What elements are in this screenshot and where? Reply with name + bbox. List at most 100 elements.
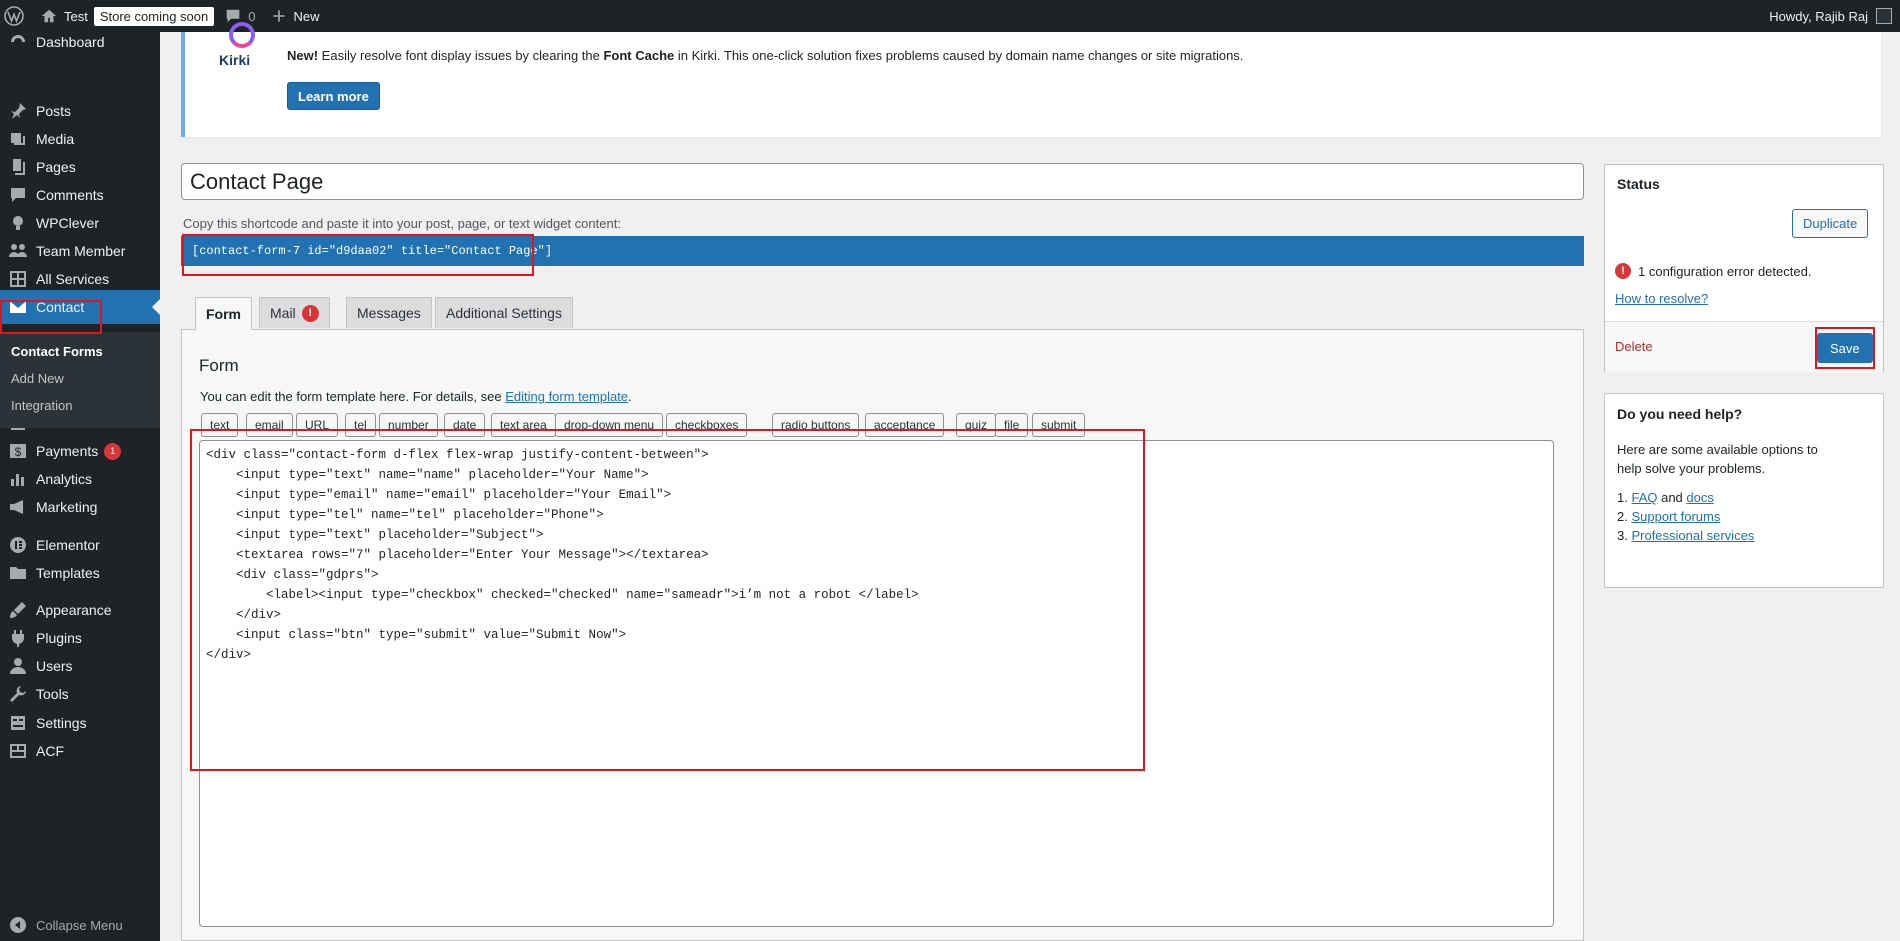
home-icon — [41, 9, 57, 23]
sidebar-item-label: Templates — [36, 565, 100, 581]
contact-submenu: Contact Forms Add New Integration — [0, 332, 160, 428]
sidebar-item-label: Users — [36, 658, 73, 674]
payments-badge: 1 — [104, 442, 122, 460]
brush-icon — [10, 602, 26, 618]
learn-more-button[interactable]: Learn more — [287, 82, 380, 110]
admin-bar: Test Store coming soon 0 New Howdy, Raji… — [0, 0, 1900, 32]
elementor-icon — [10, 537, 26, 553]
megaphone-icon — [10, 500, 23, 514]
wrench-icon — [10, 686, 26, 702]
folder-icon — [10, 567, 26, 579]
comment-icon — [11, 188, 25, 202]
sidebar-item-label: Analytics — [36, 471, 93, 487]
help-item: 1. FAQ and docs — [1617, 490, 1754, 505]
help-item: 3. Professional services — [1617, 528, 1754, 543]
new-label: New — [293, 8, 320, 24]
tab-messages[interactable]: Messages — [346, 297, 432, 328]
sidebar-item-label: ACF — [36, 743, 64, 759]
collapse-icon — [10, 917, 26, 933]
collapse-menu[interactable]: Collapse Menu — [0, 908, 160, 941]
sidebar-item-label: Marketing — [36, 499, 98, 515]
error-icon: ! — [1615, 263, 1631, 279]
highlight-save — [1815, 327, 1875, 369]
settings-icon — [11, 716, 25, 730]
media-icon — [11, 133, 25, 145]
shortcode-label: Copy this shortcode and paste it into yo… — [183, 216, 621, 231]
pin-icon — [11, 103, 26, 119]
tab-mail[interactable]: Mail! — [259, 297, 330, 328]
duplicate-button[interactable]: Duplicate — [1792, 209, 1869, 238]
admin-sidebar: Dashboard Posts Media Pages Comments WPClever… — [0, 32, 160, 941]
chart-icon — [11, 474, 24, 486]
sidebar-item-label: All Services — [36, 271, 110, 287]
current-menu-arrow — [152, 299, 160, 315]
faq-link[interactable]: FAQ — [1631, 490, 1657, 505]
sidebar-item-label: Appearance — [36, 602, 112, 618]
sidebar-item-marketing[interactable]: Marketing — [0, 490, 160, 524]
config-error-text: 1 configuration error detected. — [1638, 263, 1812, 279]
grid-icon — [10, 271, 26, 287]
help-item-num: 3. — [1617, 528, 1628, 543]
tab-form-label: Form — [206, 306, 241, 322]
config-error: ! 1 configuration error detected. — [1615, 263, 1811, 279]
sidebar-item-label: Elementor — [36, 537, 100, 553]
form-desc-end: . — [628, 389, 632, 404]
howdy-text: Howdy, Rajib Raj — [1769, 8, 1868, 24]
status-title: Status — [1617, 176, 1660, 192]
sidebar-item-label: Media — [36, 131, 75, 147]
sidebar-item-acf[interactable]: ACF — [0, 734, 160, 768]
notice-text: New! Easily resolve font display issues … — [287, 48, 1243, 63]
sidebar-item-label: Payments — [36, 443, 99, 459]
my-account[interactable]: Howdy, Rajib Raj — [1769, 0, 1892, 32]
docs-link[interactable]: docs — [1686, 490, 1713, 505]
lightbulb-icon — [13, 216, 23, 230]
svg-text:$: $ — [15, 445, 22, 459]
submenu-add-new[interactable]: Add New — [0, 365, 160, 392]
help-title: Do you need help? — [1617, 406, 1743, 422]
new-content-link[interactable]: New — [263, 0, 327, 32]
group-icon — [9, 244, 27, 257]
tab-messages-label: Messages — [357, 305, 421, 321]
tab-form[interactable]: Form — [195, 297, 252, 330]
notice-text-1: Easily resolve font display issues by cl… — [318, 48, 604, 63]
sidebar-item-dashboard[interactable]: Dashboard — [0, 28, 160, 56]
tab-mail-label: Mail — [270, 305, 296, 321]
site-name: Test — [64, 8, 88, 24]
sidebar-item-label: Posts — [36, 103, 72, 119]
pages-icon — [13, 159, 25, 175]
user-icon — [10, 658, 26, 674]
store-badge[interactable]: Store coming soon — [93, 6, 215, 26]
acf-icon — [10, 744, 26, 758]
error-icon: ! — [301, 304, 319, 322]
submenu-contact-forms[interactable]: Contact Forms — [0, 338, 160, 365]
tab-additional-settings[interactable]: Additional Settings — [435, 297, 573, 328]
form-description: You can edit the form template here. For… — [200, 389, 632, 404]
collapse-label: Collapse Menu — [36, 917, 123, 933]
dashboard-icon — [11, 35, 25, 42]
sidebar-item-label: Team Member — [36, 243, 126, 259]
highlight-shortcode — [182, 234, 534, 276]
help-item-num: 1. — [1617, 490, 1628, 505]
kirki-notice: Kirki New! Easily resolve font display i… — [181, 22, 1881, 137]
form-desc-text: You can edit the form template here. For… — [200, 389, 506, 404]
help-text: Here are some available options to help … — [1617, 442, 1818, 476]
help-item-and: and — [1657, 490, 1687, 505]
form-title-input[interactable]: Contact Page — [181, 163, 1584, 200]
help-item: 2. Support forums — [1617, 509, 1754, 524]
notice-new: New! — [287, 48, 319, 63]
help-item-num: 2. — [1617, 509, 1628, 524]
plugin-icon — [11, 630, 25, 647]
delete-link[interactable]: Delete — [1615, 339, 1653, 354]
submenu-integration[interactable]: Integration — [0, 392, 160, 419]
sidebar-item-templates[interactable]: Templates — [0, 556, 160, 590]
how-to-resolve-link[interactable]: How to resolve? — [1615, 291, 1708, 306]
help-list: 1. FAQ and docs 2. Support forums 3. Pro… — [1617, 490, 1754, 547]
highlight-editor — [190, 429, 1145, 771]
comments-count: 0 — [248, 8, 256, 24]
sidebar-item-label: Settings — [36, 715, 87, 731]
professional-services-link[interactable]: Professional services — [1631, 528, 1754, 543]
support-forums-link[interactable]: Support forums — [1631, 509, 1720, 524]
highlight-contact — [0, 300, 102, 334]
kirki-logo: Kirki — [217, 22, 267, 92]
editing-form-template-link[interactable]: Editing form template — [505, 389, 628, 404]
